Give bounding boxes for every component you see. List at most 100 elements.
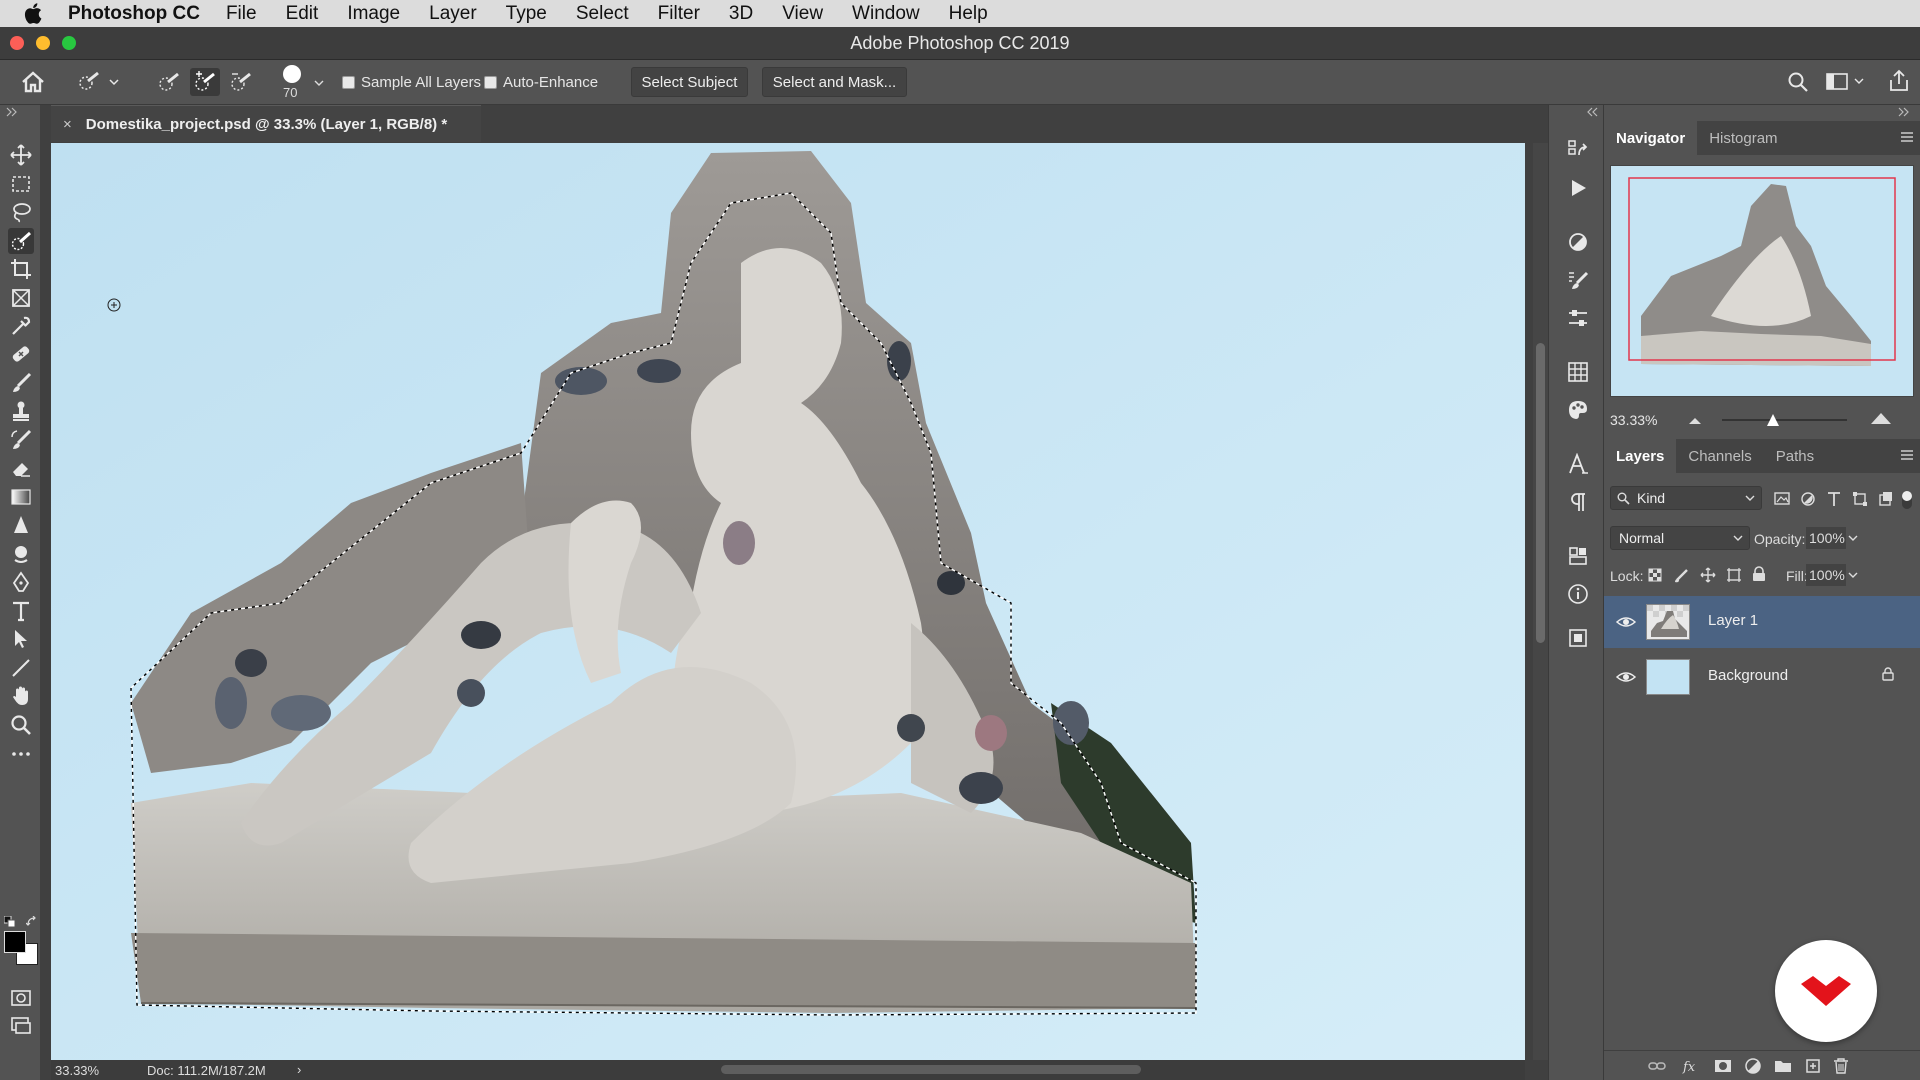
blur-tool-icon[interactable] bbox=[8, 512, 34, 538]
zoom-out-mountain-icon[interactable] bbox=[1688, 415, 1702, 425]
clone-stamp-tool-icon[interactable] bbox=[8, 398, 34, 424]
actions-play-icon[interactable] bbox=[1565, 175, 1591, 201]
eye-icon[interactable] bbox=[1616, 667, 1636, 687]
path-selection-tool-icon[interactable] bbox=[8, 626, 34, 652]
quick-mask-icon[interactable] bbox=[8, 985, 34, 1011]
libraries-panel-icon[interactable] bbox=[1565, 543, 1591, 569]
panel-menu-icon[interactable] bbox=[1900, 131, 1914, 143]
smart-object-filter-icon[interactable] bbox=[1878, 491, 1894, 507]
zoom-in-mountain-icon[interactable] bbox=[1870, 411, 1892, 425]
vertical-scrollbar[interactable] bbox=[1533, 143, 1548, 1060]
layer-row-background[interactable]: Background bbox=[1604, 651, 1920, 703]
layer-effects-fx-icon[interactable]: fx bbox=[1682, 1057, 1700, 1075]
double-chevron-right-icon[interactable] bbox=[4, 105, 20, 117]
brush-tool-icon[interactable] bbox=[8, 370, 34, 396]
menu-edit[interactable]: Edit bbox=[286, 3, 319, 25]
tab-paths[interactable]: Paths bbox=[1764, 439, 1826, 473]
vertical-scroll-thumb[interactable] bbox=[1536, 343, 1545, 643]
brush-size-picker[interactable]: 70 bbox=[280, 63, 326, 103]
menu-3d[interactable]: 3D bbox=[729, 3, 753, 25]
chevron-down-icon[interactable] bbox=[1848, 571, 1858, 579]
brushes-panel-icon[interactable] bbox=[1565, 267, 1591, 293]
tab-channels[interactable]: Channels bbox=[1676, 439, 1763, 473]
lock-artboard-icon[interactable] bbox=[1726, 567, 1742, 583]
blend-mode-select[interactable]: Normal bbox=[1610, 526, 1750, 550]
eraser-tool-icon[interactable] bbox=[8, 455, 34, 481]
quick-selection-tool-icon[interactable] bbox=[8, 228, 34, 254]
apple-icon[interactable] bbox=[22, 3, 44, 25]
menu-select[interactable]: Select bbox=[576, 3, 629, 25]
checkbox-box[interactable] bbox=[484, 76, 497, 89]
layer-1-name[interactable]: Layer 1 bbox=[1708, 612, 1758, 629]
menu-view[interactable]: View bbox=[782, 3, 823, 25]
trash-icon[interactable] bbox=[1832, 1057, 1850, 1075]
share-icon[interactable] bbox=[1888, 69, 1910, 93]
zoom-tool-icon[interactable] bbox=[8, 712, 34, 738]
status-menu-arrow[interactable]: › bbox=[297, 1062, 301, 1077]
lock-position-icon[interactable] bbox=[1700, 567, 1716, 583]
menu-app-name[interactable]: Photoshop CC bbox=[68, 3, 200, 25]
workspace-icon[interactable] bbox=[1826, 72, 1866, 92]
learn-panel-icon[interactable] bbox=[1565, 625, 1591, 651]
tool-preset-icon[interactable] bbox=[76, 70, 120, 94]
double-chevron-left-icon[interactable] bbox=[1585, 105, 1601, 117]
chevron-down-icon[interactable] bbox=[1848, 534, 1858, 542]
shape-layer-filter-icon[interactable] bbox=[1852, 491, 1868, 507]
frame-tool-icon[interactable] bbox=[8, 285, 34, 311]
move-tool-icon[interactable] bbox=[8, 142, 34, 168]
image-canvas[interactable] bbox=[51, 143, 1525, 1060]
add-mask-icon[interactable] bbox=[1714, 1057, 1732, 1075]
zoom-slider-thumb[interactable] bbox=[1766, 413, 1780, 427]
history-panel-icon[interactable] bbox=[1565, 137, 1591, 163]
lock-transparent-pixels-icon[interactable] bbox=[1648, 568, 1662, 582]
menu-filter[interactable]: Filter bbox=[658, 3, 700, 25]
dodge-tool-icon[interactable] bbox=[8, 541, 34, 567]
eye-icon[interactable] bbox=[1616, 612, 1636, 632]
home-icon[interactable] bbox=[20, 70, 46, 94]
select-and-mask-button[interactable]: Select and Mask... bbox=[762, 67, 907, 97]
crop-tool-icon[interactable] bbox=[8, 256, 34, 282]
healing-brush-tool-icon[interactable] bbox=[8, 341, 34, 367]
eyedropper-tool-icon[interactable] bbox=[8, 313, 34, 339]
lasso-tool-icon[interactable] bbox=[8, 199, 34, 225]
subtract-from-selection-icon[interactable] bbox=[226, 68, 256, 96]
type-tool-icon[interactable] bbox=[8, 598, 34, 624]
auto-enhance-checkbox[interactable]: Auto-Enhance bbox=[484, 74, 598, 91]
navigator-zoom-value[interactable]: 33.33% bbox=[1610, 412, 1657, 428]
line-tool-icon[interactable] bbox=[8, 655, 34, 681]
character-panel-icon[interactable] bbox=[1565, 451, 1591, 477]
more-tools-icon[interactable] bbox=[8, 741, 34, 767]
panel-menu-icon[interactable] bbox=[1900, 449, 1914, 461]
default-colors-icon[interactable] bbox=[3, 915, 16, 928]
opacity-field[interactable]: 100% bbox=[1806, 527, 1846, 549]
properties-panel-icon[interactable] bbox=[1565, 305, 1591, 331]
history-brush-tool-icon[interactable] bbox=[8, 427, 34, 453]
background-layer-name[interactable]: Background bbox=[1708, 667, 1788, 684]
foreground-color-swatch[interactable] bbox=[4, 931, 26, 953]
swap-colors-icon[interactable] bbox=[25, 915, 38, 927]
status-zoom[interactable]: 33.33% bbox=[55, 1063, 99, 1078]
tab-layers[interactable]: Layers bbox=[1604, 439, 1677, 473]
status-doc-size[interactable]: Doc: 111.2M/187.2M bbox=[147, 1063, 266, 1078]
new-selection-icon[interactable] bbox=[154, 68, 184, 96]
new-adjustment-layer-icon[interactable] bbox=[1744, 1057, 1762, 1075]
search-icon[interactable] bbox=[1787, 71, 1809, 93]
layer-row-layer-1[interactable]: Layer 1 bbox=[1604, 596, 1920, 648]
checkbox-box[interactable] bbox=[342, 76, 355, 89]
add-to-selection-icon[interactable] bbox=[190, 68, 220, 96]
pen-tool-icon[interactable] bbox=[8, 569, 34, 595]
menu-window[interactable]: Window bbox=[852, 3, 920, 25]
adjustments-panel-icon[interactable] bbox=[1565, 229, 1591, 255]
gradient-tool-icon[interactable] bbox=[8, 484, 34, 510]
double-chevron-right-icon[interactable] bbox=[1896, 105, 1912, 117]
lock-image-pixels-icon[interactable] bbox=[1674, 567, 1690, 583]
navigator-preview[interactable] bbox=[1610, 165, 1914, 397]
fill-field[interactable]: 100% bbox=[1806, 564, 1846, 586]
lock-all-icon[interactable] bbox=[1752, 566, 1766, 582]
link-layers-icon[interactable] bbox=[1648, 1057, 1666, 1075]
menu-image[interactable]: Image bbox=[347, 3, 400, 25]
document-tab[interactable]: × Domestika_project.psd @ 33.3% (Layer 1… bbox=[51, 105, 481, 142]
swatches-panel-icon[interactable] bbox=[1565, 359, 1591, 385]
menu-type[interactable]: Type bbox=[506, 3, 547, 25]
tab-histogram[interactable]: Histogram bbox=[1697, 121, 1789, 155]
